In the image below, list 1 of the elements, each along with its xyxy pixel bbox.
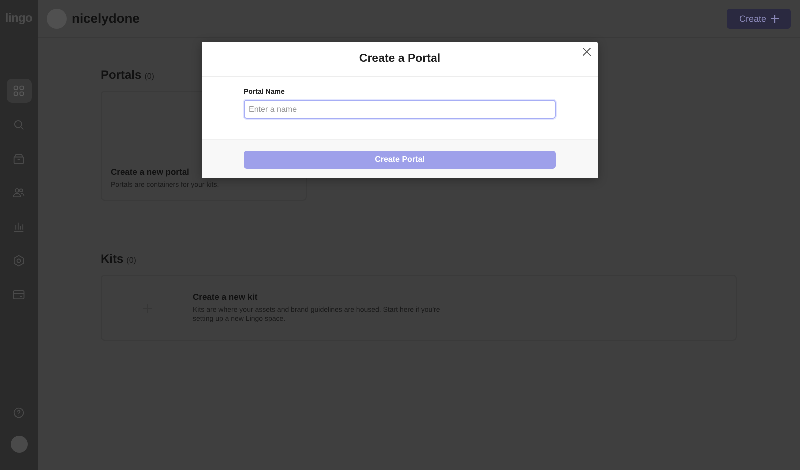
modal-title: Create a Portal (359, 53, 441, 65)
